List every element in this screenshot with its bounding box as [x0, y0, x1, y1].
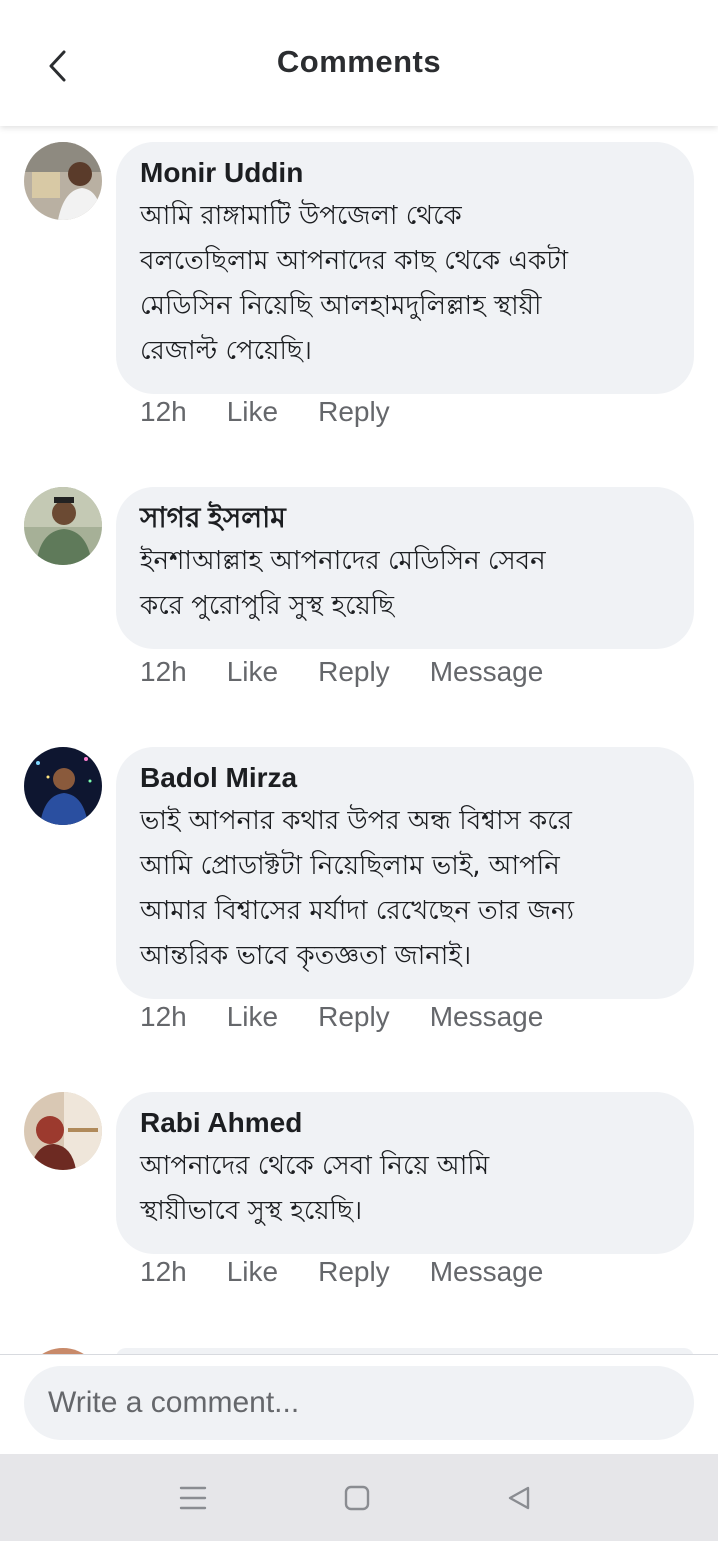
top-app-bar: Comments: [0, 0, 718, 126]
comment-text: ইনশাআল্লাহ আপনাদের মেডিসিন সেবন করে পুরো…: [140, 546, 546, 621]
avatar[interactable]: [24, 1092, 102, 1170]
avatar[interactable]: [24, 487, 102, 565]
comment-author[interactable]: Rabi Ahmed: [140, 1106, 670, 1140]
comment-bubble[interactable]: Badol Mirza ভাই আপনার কথার উপর অন্ধ বিশ্…: [116, 747, 694, 999]
like-button[interactable]: Like: [227, 1001, 278, 1033]
message-button[interactable]: Message: [430, 656, 544, 688]
comment-actions: 12h Like Reply Message: [140, 656, 543, 688]
comment-composer: [0, 1354, 718, 1455]
avatar[interactable]: [24, 747, 102, 825]
comment-actions: 12h Like Reply Message: [140, 1001, 543, 1033]
comment-author[interactable]: Monir Uddin: [140, 156, 670, 190]
reply-button[interactable]: Reply: [318, 1001, 390, 1033]
reply-button[interactable]: Reply: [318, 656, 390, 688]
home-square-icon: [344, 1485, 370, 1511]
comment-text: আপনাদের থেকে সেবা নিয়ে আমি স্থায়ীভাবে …: [140, 1151, 490, 1226]
system-nav-bar: [0, 1454, 718, 1541]
comment-actions: 12h Like Reply Message: [140, 1256, 543, 1288]
comment-bubble[interactable]: সাগর ইসলাম ইনশাআল্লাহ আপনাদের মেডিসিন সে…: [116, 487, 694, 649]
comment-bubble[interactable]: Monir Uddin আমি রাঙ্গামাটি উপজেলা থেকে ব…: [116, 142, 694, 394]
page-title: Comments: [276, 44, 442, 79]
comments-list[interactable]: Monir Uddin আমি রাঙ্গামাটি উপজেলা থেকে ব…: [0, 126, 718, 1354]
home-button[interactable]: [335, 1476, 379, 1520]
comment-actions: 12h Like Reply: [140, 396, 390, 428]
like-button[interactable]: Like: [227, 1256, 278, 1288]
comment-author[interactable]: Badol Mirza: [140, 761, 670, 795]
reply-button[interactable]: Reply: [318, 1256, 390, 1288]
reply-button[interactable]: Reply: [318, 396, 390, 428]
like-button[interactable]: Like: [227, 656, 278, 688]
menu-icon: [179, 1486, 207, 1510]
comment-text: ভাই আপনার কথার উপর অন্ধ বিশ্বাস করে আমি …: [140, 806, 575, 971]
comment-time: 12h: [140, 396, 187, 427]
recent-apps-button[interactable]: [171, 1476, 215, 1520]
comment-author[interactable]: সাগর ইসলাম: [140, 501, 670, 535]
message-button[interactable]: Message: [430, 1256, 544, 1288]
comment-text: আমি রাঙ্গামাটি উপজেলা থেকে বলতেছিলাম আপন…: [140, 201, 569, 366]
back-triangle-icon: [508, 1486, 530, 1510]
comment-time: 12h: [140, 1001, 187, 1032]
comment-input[interactable]: [24, 1366, 694, 1440]
comment-bubble[interactable]: Rabi Ahmed আপনাদের থেকে সেবা নিয়ে আমি স…: [116, 1092, 694, 1254]
comment-time: 12h: [140, 656, 187, 687]
avatar[interactable]: [24, 142, 102, 220]
comment-time: 12h: [140, 1256, 187, 1287]
back-nav-button[interactable]: [497, 1476, 541, 1520]
like-button[interactable]: Like: [227, 396, 278, 428]
message-button[interactable]: Message: [430, 1001, 544, 1033]
